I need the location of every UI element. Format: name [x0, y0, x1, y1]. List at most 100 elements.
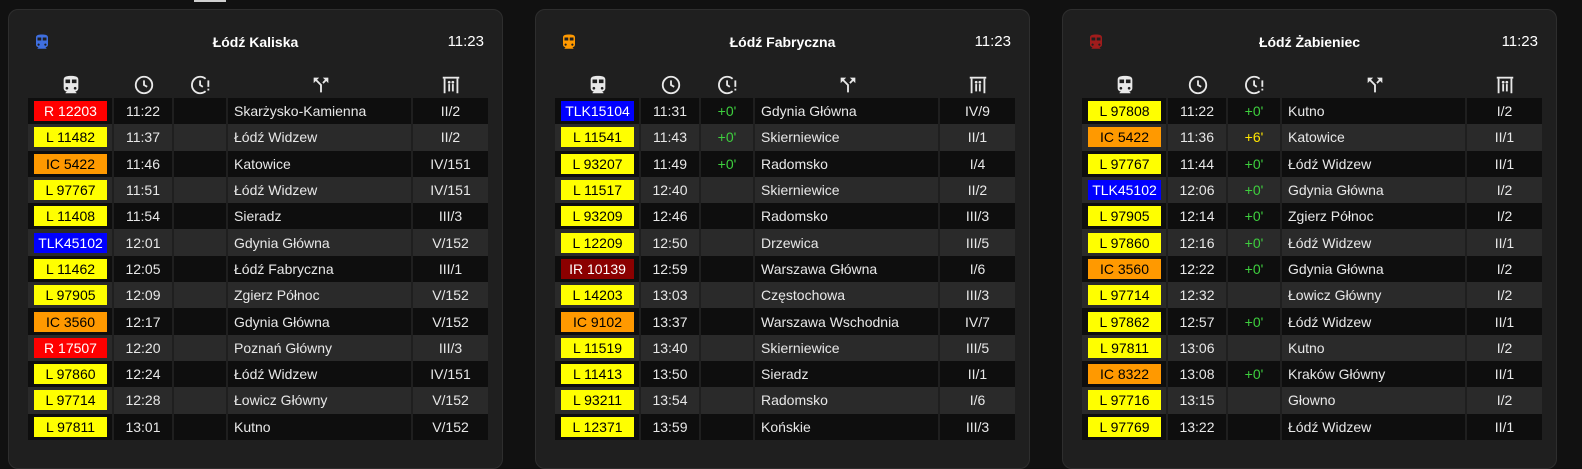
board-card: Łódź Żabieniec 11:23 L 97808 11:22 +0' Kutn…	[1062, 9, 1557, 469]
train-icon	[1117, 75, 1133, 94]
train-icon	[63, 75, 79, 94]
departures-list: R 12203 11:22 Skarżysko-Kamienna II/2 L 1148…	[28, 98, 488, 440]
train-cell: TLK45102	[1082, 176, 1168, 204]
departure-time: 13:59	[641, 413, 701, 440]
platform: I/2	[1467, 282, 1542, 309]
train-badge: L 93209	[561, 206, 634, 227]
train-badge: L 11408	[34, 206, 107, 227]
destination: Łódź Widzew	[228, 124, 413, 151]
destination: Głowno	[1282, 387, 1467, 414]
departure-time: 11:22	[114, 98, 174, 125]
table-row: R 12203 11:22 Skarżysko-Kamienna II/2	[28, 98, 488, 125]
train-cell: L 12371	[555, 413, 641, 440]
delay	[1228, 413, 1282, 440]
card-header: Łódź Żabieniec 11:23	[1063, 10, 1556, 72]
delay	[701, 255, 755, 283]
train-cell: L 14203	[555, 282, 641, 309]
train-cell: L 97769	[1082, 413, 1168, 440]
destination: Łódź Widzew	[228, 360, 413, 388]
train-cell: L 97811	[28, 413, 114, 440]
train-cell: L 97767	[1082, 150, 1168, 177]
table-row: IC 5422 11:46 Katowice IV/151	[28, 150, 488, 177]
destination: Łódź Widzew	[1282, 229, 1467, 256]
delay	[174, 387, 228, 414]
delay	[174, 203, 228, 230]
platform: IV/9	[940, 98, 1015, 125]
train-badge: L 97808	[1088, 101, 1161, 122]
table-row: L 12209 12:50 Drzewica III/5	[555, 229, 1015, 256]
train-badge: L 97860	[34, 364, 107, 385]
table-row: L 93207 11:49 +0' Radomsko I/4	[555, 150, 1015, 177]
train-badge: L 97860	[1088, 232, 1161, 253]
train-cell: L 11462	[28, 255, 114, 283]
delay	[1228, 334, 1282, 361]
destination: Radomsko	[755, 203, 940, 230]
platform: V/152	[413, 229, 488, 256]
train-badge: L 97767	[1088, 153, 1161, 174]
delay: +0'	[1228, 360, 1282, 388]
delay	[174, 334, 228, 361]
platform: II/1	[1467, 413, 1542, 440]
destination: Częstochowa	[755, 282, 940, 309]
destination: Łowicz Główny	[1282, 282, 1467, 309]
train-cell: L 93209	[555, 203, 641, 230]
departure-time: 13:54	[641, 387, 701, 414]
platform: III/1	[413, 255, 488, 283]
platform: II/1	[940, 360, 1015, 388]
delay	[174, 413, 228, 440]
departure-time: 11:22	[1168, 98, 1228, 125]
clock-icon	[134, 75, 154, 95]
destination: Kraków Główny	[1282, 360, 1467, 388]
table-row: IR 10139 12:59 Warszawa Główna I/6	[555, 255, 1015, 283]
departure-time: 13:22	[1168, 413, 1228, 440]
table-row: L 97860 12:24 Łódź Widzew IV/151	[28, 360, 488, 388]
train-cell: R 12203	[28, 98, 114, 125]
destination-column-header	[1282, 72, 1467, 98]
platform: I/2	[1467, 98, 1542, 125]
departure-boards: Łódź Kaliska 11:23 R 12203 11:22 Skarżysko…	[8, 9, 1557, 469]
destination: Sieradz	[755, 360, 940, 388]
platform-icon	[1496, 76, 1513, 94]
directions-fork-icon	[1367, 77, 1382, 93]
departure-time: 11:44	[1168, 150, 1228, 177]
clock-icon	[661, 75, 681, 95]
departure-time: 11:51	[114, 176, 174, 204]
table-row: L 97716 13:15 Głowno I/2	[1082, 387, 1542, 414]
train-badge: TLK15104	[561, 101, 634, 122]
train-cell: IC 9102	[555, 308, 641, 335]
platform: IV/7	[940, 308, 1015, 335]
delay: +0'	[701, 124, 755, 151]
platform: II/1	[1467, 150, 1542, 177]
train-cell: L 93211	[555, 387, 641, 414]
delay: +0'	[1228, 176, 1282, 204]
delay	[1228, 282, 1282, 309]
departure-time: 12:40	[641, 176, 701, 204]
delay: +0'	[701, 150, 755, 177]
destination: Skierniewice	[755, 124, 940, 151]
station-name: Łódź Fabryczna	[729, 34, 836, 50]
table-row: L 97714 12:28 Łowicz Główny V/152	[28, 387, 488, 414]
platform: II/1	[940, 124, 1015, 151]
destination: Skierniewice	[755, 334, 940, 361]
departure-time: 13:06	[1168, 334, 1228, 361]
train-badge: L 97905	[34, 285, 107, 306]
departure-time: 12:17	[114, 308, 174, 335]
train-column-header	[28, 72, 114, 98]
destination: Łowicz Główny	[228, 387, 413, 414]
train-cell: IC 3560	[28, 308, 114, 335]
board-card: Łódź Kaliska 11:23 R 12203 11:22 Skarżysko…	[8, 9, 503, 469]
platform: III/5	[940, 229, 1015, 256]
table-row: TLK15104 11:31 +0' Gdynia Główna IV/9	[555, 98, 1015, 125]
station-name: Łódź Kaliska	[212, 34, 299, 50]
platform: II/1	[1467, 229, 1542, 256]
departure-time: 11:49	[641, 150, 701, 177]
table-row: L 93211 13:54 Radomsko I/6	[555, 387, 1015, 414]
platform: II/1	[1467, 360, 1542, 388]
delay: +6'	[1228, 124, 1282, 151]
destination: Gdynia Główna	[755, 98, 940, 125]
train-badge: L 93211	[561, 390, 634, 411]
table-row: L 97905 12:09 Zgierz Północ V/152	[28, 282, 488, 309]
destination: Kutno	[1282, 98, 1467, 125]
departure-time: 12:57	[1168, 308, 1228, 335]
destination: Łódź Widzew	[1282, 150, 1467, 177]
